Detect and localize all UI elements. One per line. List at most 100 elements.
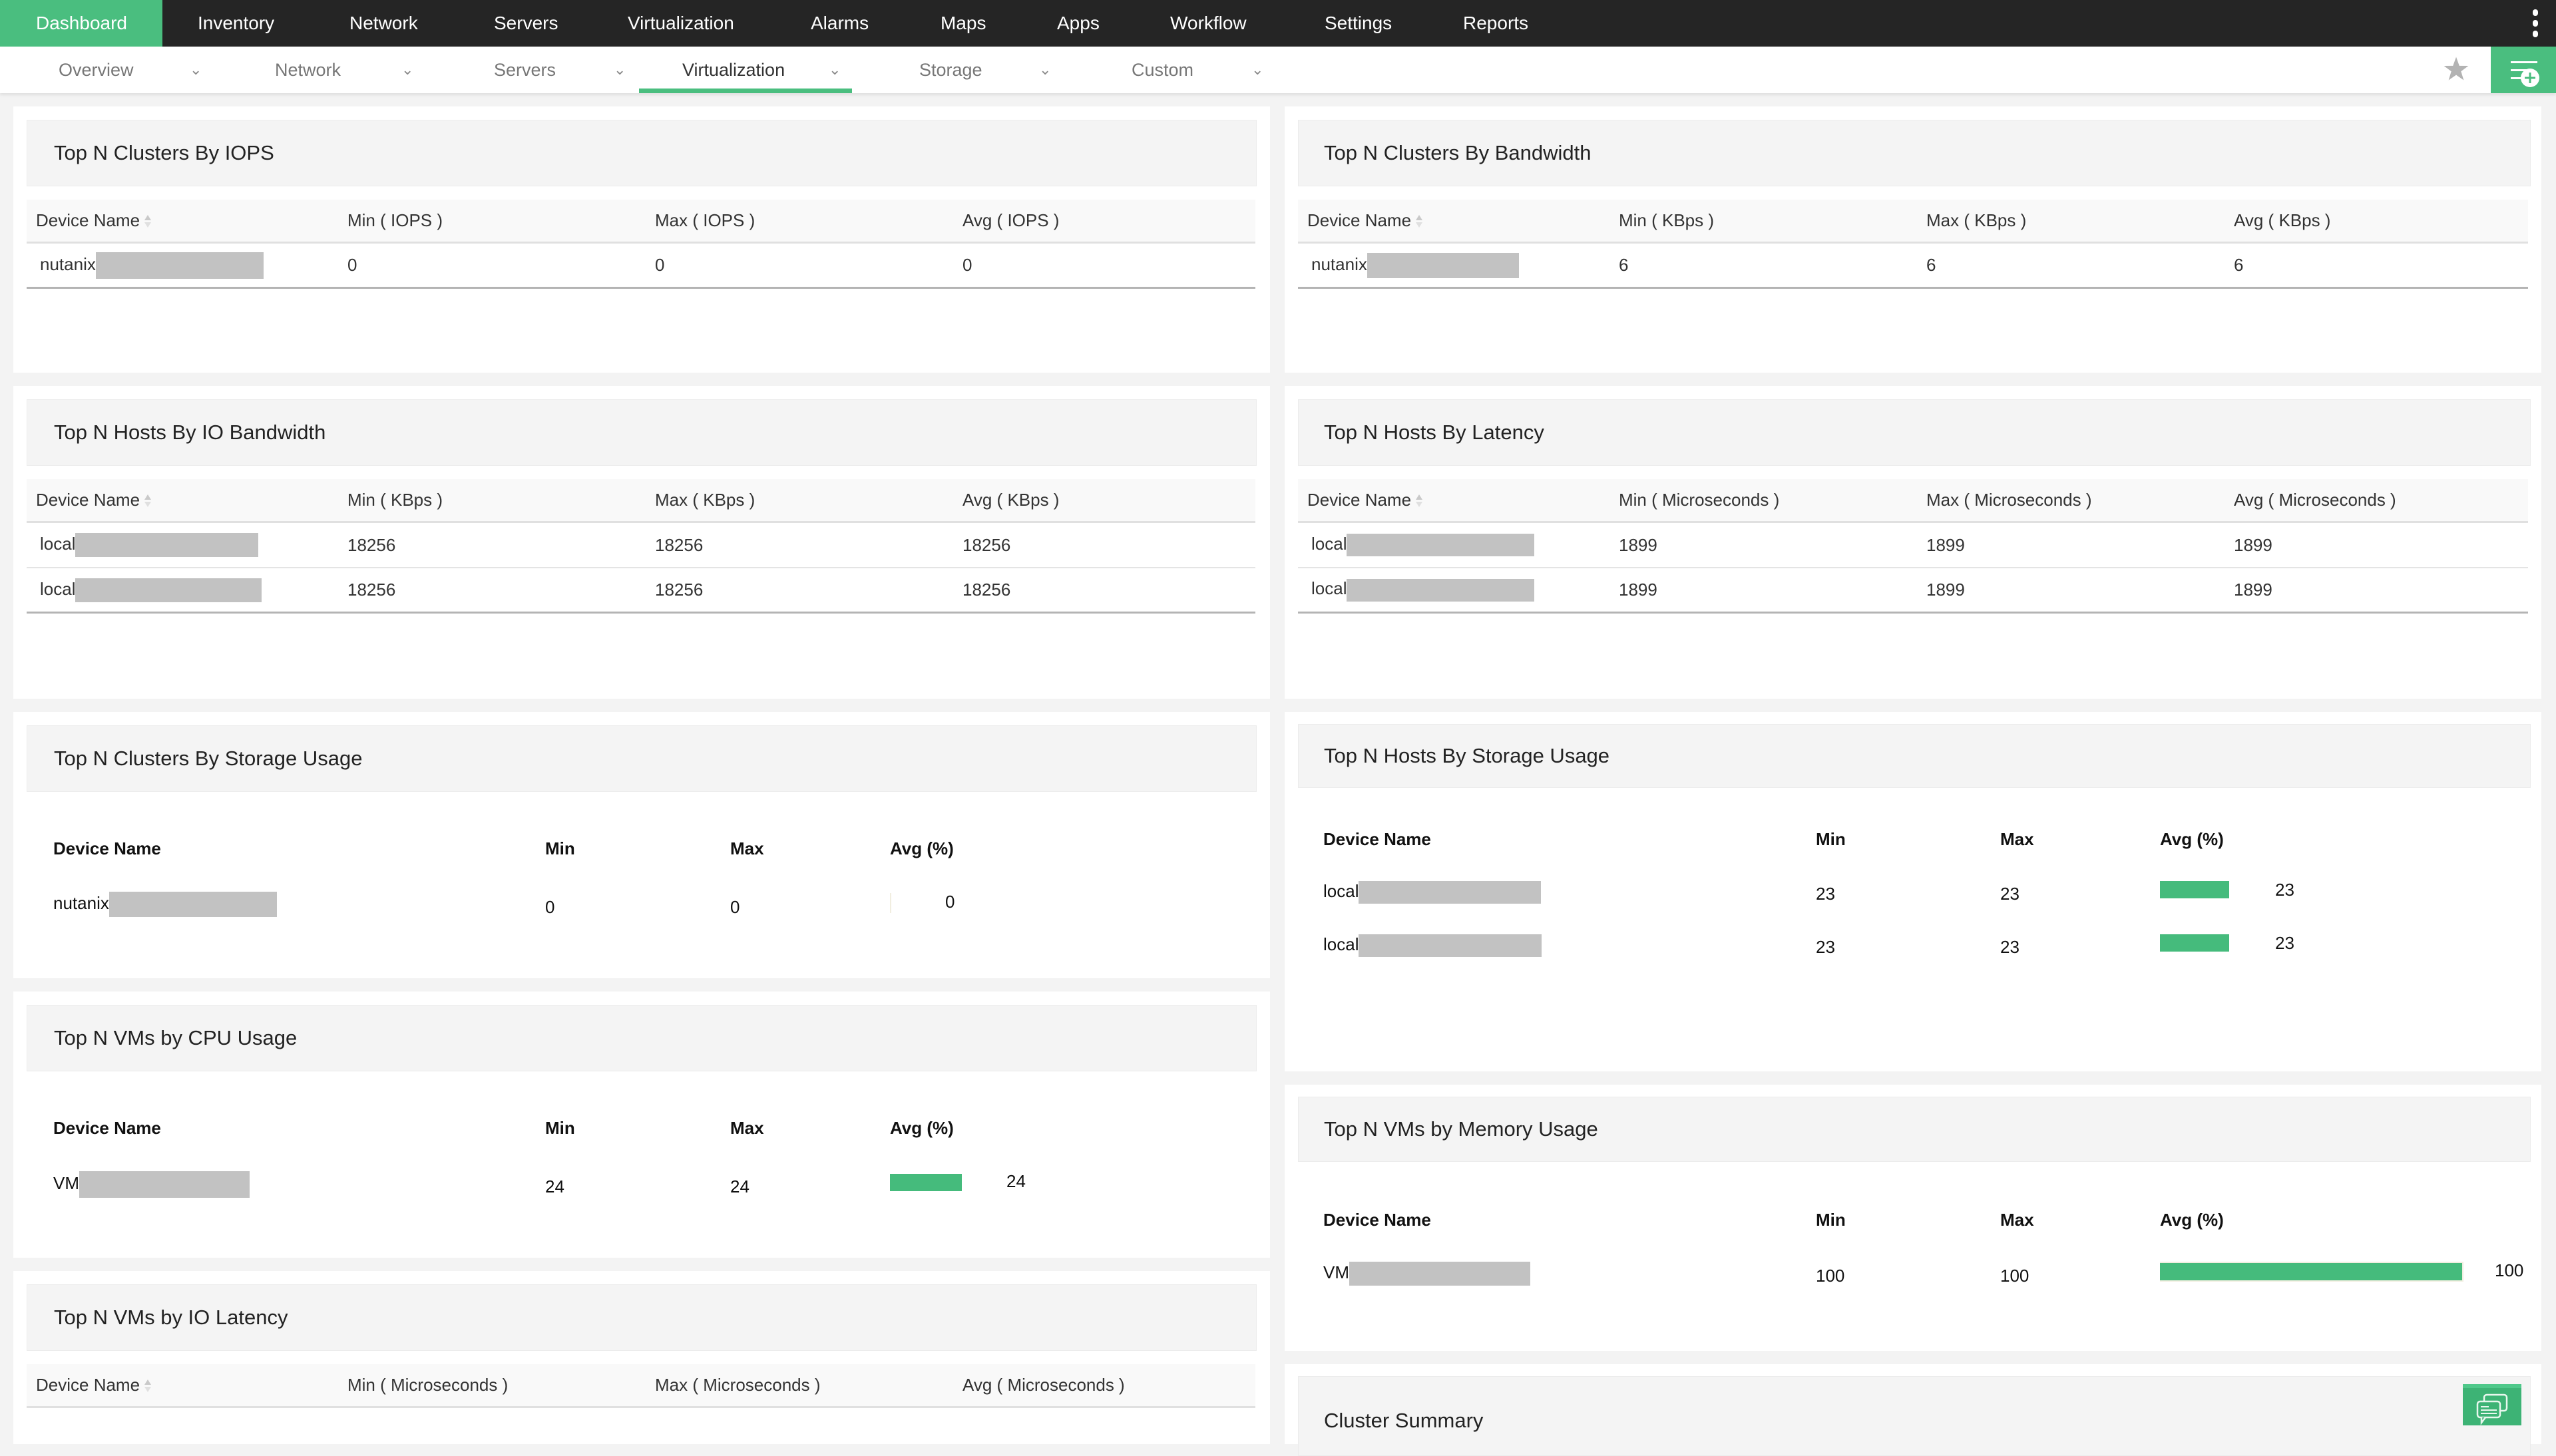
column-header-min: Min (545, 838, 575, 858)
sort-icon[interactable] (144, 1378, 152, 1394)
column-header-device-name[interactable]: Device Name (36, 1375, 152, 1395)
column-header-device-name[interactable]: Device Name (36, 210, 152, 231)
column-header-max[interactable]: Max ( KBps ) (1926, 210, 2026, 231)
table-row[interactable]: local 18256 18256 18256 (27, 568, 1255, 614)
chat-button[interactable] (2463, 1384, 2521, 1425)
max-value: 23 (2000, 884, 2020, 904)
nav-label: Virtualization (628, 13, 734, 33)
max-value: 18256 (655, 534, 704, 555)
column-header-device-name: Device Name (1323, 829, 1431, 849)
column-header-max[interactable]: Max ( KBps ) (655, 490, 755, 510)
tab-storage[interactable]: Storage ⌄ (919, 47, 1072, 93)
table-row[interactable]: nutanix 6 6 6 (1298, 244, 2528, 289)
device-name[interactable]: VM (53, 1171, 250, 1198)
device-name[interactable]: local (40, 533, 259, 557)
nav-alarms[interactable]: Alarms (811, 0, 869, 47)
header-label: Device Name (36, 1375, 140, 1395)
device-name-text: VM (1323, 1262, 1349, 1282)
nav-apps[interactable]: Apps (1057, 0, 1100, 47)
column-header-min[interactable]: Min ( Microseconds ) (347, 1375, 508, 1395)
redacted-text (1349, 1262, 1530, 1286)
nav-maps[interactable]: Maps (941, 0, 986, 47)
device-name[interactable]: local (40, 578, 262, 602)
column-header-max[interactable]: Max ( Microseconds ) (655, 1375, 821, 1395)
table-row[interactable]: local 23 23 23 (1285, 933, 2541, 988)
column-header-min: Min (1816, 829, 1846, 849)
table-header: Device Name Min Max Avg (%) (13, 1118, 1270, 1145)
sort-icon[interactable] (144, 214, 152, 230)
device-name[interactable]: nutanix (1311, 252, 1519, 278)
avg-value: 6 (2234, 255, 2244, 275)
nav-label: Apps (1057, 13, 1100, 33)
redacted-text (1359, 934, 1542, 958)
column-header-avg[interactable]: Avg ( IOPS ) (962, 210, 1059, 231)
device-name[interactable]: local (1311, 578, 1535, 602)
table-row[interactable]: local 23 23 23 (1285, 880, 2541, 934)
table-row[interactable]: nutanix 0 0 0 (27, 244, 1255, 289)
tab-custom[interactable]: Custom ⌄ (1132, 47, 1285, 93)
star-icon[interactable] (2442, 55, 2471, 84)
min-value: 1899 (1619, 534, 1657, 555)
device-name[interactable]: nutanix (40, 252, 264, 279)
table-row[interactable]: VM 24 24 24 (13, 1159, 1270, 1212)
table-row[interactable]: local 1899 1899 1899 (1298, 523, 2528, 568)
tab-servers[interactable]: Servers ⌄ (494, 47, 647, 93)
kebab-menu-icon[interactable] (2532, 9, 2539, 37)
redacted-text (1347, 534, 1535, 557)
sort-icon[interactable] (144, 493, 152, 509)
table-row[interactable]: local 1899 1899 1899 (1298, 568, 2528, 614)
device-name[interactable]: local (1323, 934, 1542, 958)
widget-title: Top N Hosts By IO Bandwidth (27, 399, 1257, 466)
nav-inventory[interactable]: Inventory (198, 0, 274, 47)
column-header-device-name[interactable]: Device Name (36, 490, 152, 510)
widget-hosts-by-io-bandwidth: Top N Hosts By IO Bandwidth Device Name … (13, 386, 1270, 699)
device-name[interactable]: VM (1323, 1262, 1530, 1286)
chevron-down-icon: ⌄ (614, 61, 626, 78)
nav-network[interactable]: Network (349, 0, 418, 47)
data-table: Device Name Min Max Avg (%) VM 100 100 1… (1285, 1210, 2541, 1307)
chat-icon (2476, 1393, 2508, 1425)
nav-label: Inventory (198, 13, 275, 33)
nav-settings[interactable]: Settings (1325, 0, 1392, 47)
column-header-max[interactable]: Max ( Microseconds ) (1926, 490, 2092, 510)
tab-overview[interactable]: Overview ⌄ (59, 47, 212, 93)
nav-virtualization[interactable]: Virtualization (628, 0, 734, 47)
device-name[interactable]: nutanix (53, 892, 277, 917)
column-header-avg[interactable]: Avg ( KBps ) (2234, 210, 2330, 231)
column-header-max[interactable]: Max ( IOPS ) (655, 210, 755, 231)
add-widget-button[interactable] (2491, 47, 2556, 93)
data-table: Device Name Min ( Microseconds ) Max ( M… (1298, 479, 2528, 614)
device-name[interactable]: local (1323, 881, 1542, 904)
tab-virtualization[interactable]: Virtualization ⌄ (682, 47, 849, 93)
nav-reports[interactable]: Reports (1463, 0, 1528, 47)
column-header-min[interactable]: Min ( Microseconds ) (1619, 490, 1779, 510)
column-header-device-name[interactable]: Device Name (1307, 210, 1423, 231)
column-header-avg[interactable]: Avg ( Microseconds ) (2234, 490, 2396, 510)
nav-dashboard[interactable]: Dashboard (0, 0, 162, 47)
sort-icon[interactable] (1415, 214, 1423, 230)
column-header-min[interactable]: Min ( IOPS ) (347, 210, 443, 231)
column-header-avg[interactable]: Avg ( Microseconds ) (962, 1375, 1125, 1395)
max-value: 6 (1926, 255, 1936, 275)
widget-title: Top N Hosts By Latency (1298, 399, 2531, 466)
sort-icon[interactable] (1415, 493, 1423, 509)
table-header: Device Name Min Max Avg (%) (13, 838, 1270, 865)
nav-workflow[interactable]: Workflow (1170, 0, 1247, 47)
table-row[interactable]: VM 100 100 100 (1285, 1254, 2541, 1307)
max-value: 1899 (1926, 580, 1965, 600)
avg-progress-fill (2160, 934, 2229, 952)
column-header-avg[interactable]: Avg ( KBps ) (962, 490, 1059, 510)
tab-network[interactable]: Network ⌄ (275, 47, 428, 93)
column-header-min[interactable]: Min ( KBps ) (347, 490, 443, 510)
column-header-device-name[interactable]: Device Name (1307, 490, 1423, 510)
table-row[interactable]: nutanix 0 0 0 (13, 880, 1270, 933)
min-value: 24 (545, 1177, 564, 1196)
device-name-text: local (40, 533, 76, 554)
widget-hosts-by-storage-usage: Top N Hosts By Storage Usage Device Name… (1285, 712, 2541, 1071)
table-row[interactable]: local 18256 18256 18256 (27, 523, 1255, 568)
nav-servers[interactable]: Servers (494, 0, 558, 47)
column-header-min[interactable]: Min ( KBps ) (1619, 210, 1714, 231)
column-header-avg: Avg (%) (2160, 1210, 2224, 1230)
avg-value: 0 (945, 892, 955, 912)
device-name[interactable]: local (1311, 534, 1535, 557)
